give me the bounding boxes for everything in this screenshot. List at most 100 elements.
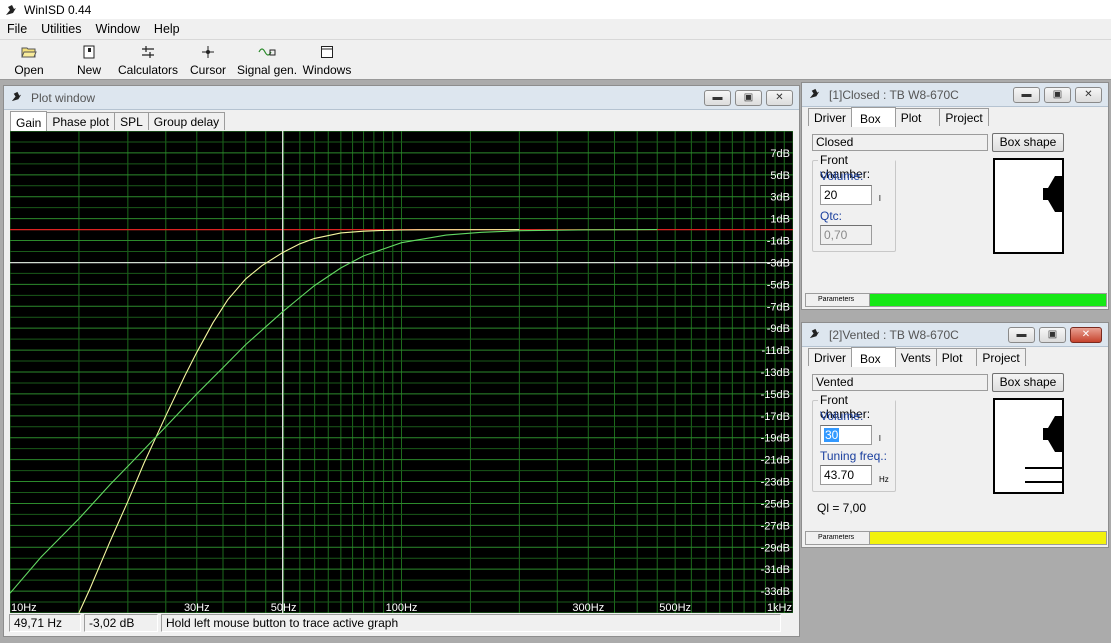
new-button[interactable]: New — [58, 40, 120, 79]
tab-box[interactable]: Box — [851, 107, 896, 127]
x-tick-label: 100Hz — [386, 602, 418, 613]
tab-vents[interactable]: Vents — [894, 348, 937, 366]
x-tick-label: 30Hz — [184, 602, 210, 613]
tab-plot[interactable]: Plot — [935, 348, 978, 366]
menu-window[interactable]: Window — [88, 19, 146, 40]
y-tick-label: -15dB — [761, 389, 790, 401]
signal-gen-button[interactable]: Signal gen. — [236, 40, 298, 79]
close-button[interactable]: ✕ — [1070, 327, 1102, 343]
closed-box-window: [1]Closed : TB W8-670C ▬ ▣ ✕ Driver Box … — [801, 82, 1109, 310]
calculator-icon — [140, 44, 156, 60]
box-shape-button[interactable]: Box shape — [992, 133, 1064, 152]
y-tick-label: -29dB — [761, 542, 790, 554]
y-tick-label: -1dB — [767, 236, 790, 248]
tab-project[interactable]: Project — [976, 348, 1026, 366]
cursor-icon — [201, 44, 215, 60]
y-tick-label: -33dB — [761, 586, 790, 598]
open-label: Open — [14, 63, 44, 77]
close-icon: ✕ — [1081, 329, 1091, 340]
closed-window-title-bar: [1]Closed : TB W8-670C ▬ ▣ ✕ — [802, 83, 1108, 107]
y-tick-label: -31dB — [761, 564, 790, 576]
restore-icon: ▣ — [1047, 329, 1058, 340]
tab-project[interactable]: Project — [939, 108, 989, 126]
vented-window-title: [2]Vented : TB W8-670C — [829, 327, 959, 342]
winisd-window-icon — [808, 87, 821, 103]
tab-driver[interactable]: Driver — [808, 348, 852, 366]
y-tick-label: -5dB — [767, 279, 790, 291]
volume-input[interactable]: 30 — [820, 425, 872, 445]
parameters-label: Parameters — [806, 294, 870, 306]
gain-chart[interactable]: 7dB 5dB 3dB 1dB -1dB -3dB -5dB -7dB -9dB -11dB -13… — [10, 131, 793, 613]
volume-input-selection: 30 — [824, 428, 840, 442]
restore-button[interactable]: ▣ — [1044, 87, 1071, 103]
menu-file[interactable]: File — [0, 19, 34, 40]
winisd-window-icon — [808, 327, 821, 343]
box-type-field: Vented — [812, 374, 988, 391]
qtc-input: 0,70 — [820, 225, 872, 245]
minimize-button[interactable]: ▬ — [1008, 327, 1035, 343]
menu-help[interactable]: Help — [147, 19, 187, 40]
y-tick-label: -13dB — [761, 367, 790, 379]
y-tick-label: -9dB — [767, 323, 790, 335]
windows-icon — [320, 44, 334, 60]
open-button[interactable]: Open — [0, 40, 58, 79]
minimize-button[interactable]: ▬ — [704, 90, 731, 106]
menu-bar: File Utilities Window Help — [0, 19, 1111, 40]
closed-tabs: Driver Box Plot Project — [808, 107, 989, 127]
y-tick-label: -21dB — [761, 455, 790, 467]
y-tick-label: -19dB — [761, 433, 790, 445]
y-tick-label: 7dB — [770, 148, 790, 160]
volume-input[interactable]: 20 — [820, 185, 872, 205]
toolbar: Open New Calculators Cursor Signal gen. … — [0, 40, 1111, 80]
y-tick-label: -23dB — [761, 477, 790, 489]
y-tick-label: 5dB — [770, 170, 790, 182]
tab-box[interactable]: Box — [851, 347, 896, 367]
plot-window-title: Plot window — [31, 90, 96, 105]
close-button[interactable]: ✕ — [1075, 87, 1102, 103]
closed-window-title: [1]Closed : TB W8-670C — [829, 87, 959, 102]
box-shape-diagram — [993, 398, 1064, 494]
tab-phase-plot[interactable]: Phase plot — [46, 112, 116, 130]
volume-unit: l — [879, 194, 881, 203]
menu-utilities[interactable]: Utilities — [34, 19, 88, 40]
restore-button[interactable]: ▣ — [735, 90, 762, 106]
tab-plot[interactable]: Plot — [894, 108, 941, 126]
restore-button[interactable]: ▣ — [1039, 327, 1066, 343]
tab-spl[interactable]: SPL — [114, 112, 149, 130]
calculators-label: Calculators — [117, 63, 179, 77]
tab-gain[interactable]: Gain — [10, 111, 48, 131]
vented-window-title-bar: [2]Vented : TB W8-670C ▬ ▣ ✕ — [802, 323, 1108, 347]
windows-label: Windows — [302, 63, 352, 77]
x-tick-label: 300Hz — [572, 602, 604, 613]
plot-window: Plot window ▬ ▣ ✕ Gain Phase plot SPL Gr… — [3, 85, 800, 637]
open-folder-icon — [21, 44, 37, 60]
x-tick-label: 10Hz — [11, 602, 37, 613]
tuning-freq-input[interactable]: 43.70 — [820, 465, 872, 485]
volume-label: Volume: — [820, 169, 864, 183]
windows-button[interactable]: Windows — [294, 40, 360, 79]
y-tick-label: -3dB — [767, 257, 790, 269]
restore-icon: ▣ — [743, 92, 754, 103]
status-indicator — [870, 294, 1106, 306]
tab-driver[interactable]: Driver — [808, 108, 852, 126]
signal-gen-label: Signal gen. — [236, 63, 298, 77]
new-label: New — [76, 63, 101, 77]
minimize-button[interactable]: ▬ — [1013, 87, 1040, 103]
x-tick-label: 1kHz — [767, 602, 792, 613]
new-document-icon — [83, 44, 95, 60]
plot-status-bar: 49,71 Hz -3,02 dB Hold left mouse button… — [9, 614, 798, 634]
cursor-button[interactable]: Cursor — [176, 40, 240, 79]
y-tick-label: -17dB — [761, 411, 790, 423]
minimize-icon: ▬ — [1021, 89, 1032, 100]
calculators-button[interactable]: Calculators — [117, 40, 179, 79]
minimize-icon: ▬ — [1016, 329, 1027, 340]
winisd-window-icon — [10, 90, 23, 106]
box-shape-button[interactable]: Box shape — [992, 373, 1064, 392]
y-tick-label: -11dB — [761, 345, 790, 357]
close-icon: ✕ — [775, 92, 784, 103]
tab-group-delay[interactable]: Group delay — [147, 112, 226, 130]
cursor-label: Cursor — [189, 63, 226, 77]
y-tick-label: -7dB — [767, 301, 790, 313]
close-button[interactable]: ✕ — [766, 90, 793, 106]
ql-value: Ql = 7,00 — [817, 501, 867, 515]
